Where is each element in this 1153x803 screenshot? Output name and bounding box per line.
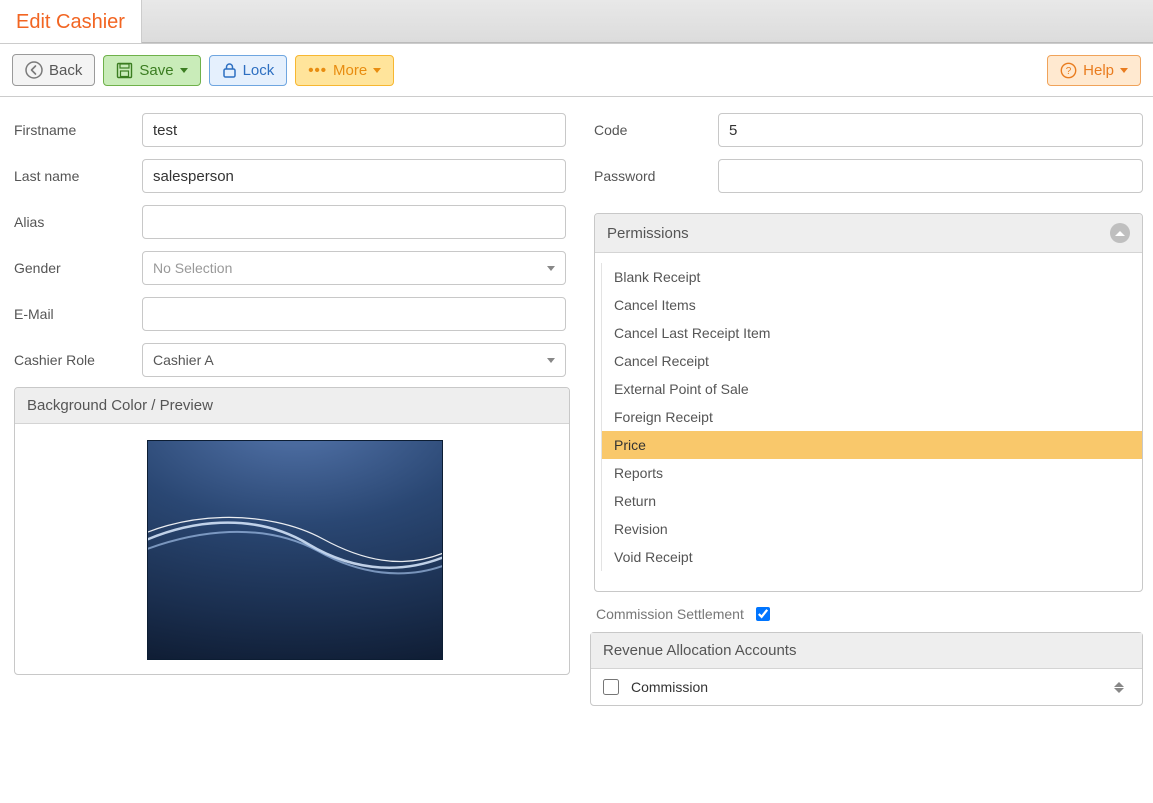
collapse-icon[interactable] bbox=[1110, 223, 1130, 243]
lastname-label: Last name bbox=[14, 168, 134, 184]
page-title: Edit Cashier bbox=[0, 0, 142, 43]
spinner-up-icon[interactable] bbox=[1114, 682, 1124, 687]
permission-item[interactable]: Return bbox=[602, 487, 1142, 515]
more-button[interactable]: ••• More bbox=[295, 55, 394, 86]
toolbar: Back Save Lock ••• More ? Help bbox=[0, 44, 1153, 97]
alias-field[interactable] bbox=[142, 205, 566, 239]
wave-decoration bbox=[147, 499, 443, 589]
gender-label: Gender bbox=[14, 260, 134, 276]
password-field[interactable] bbox=[718, 159, 1143, 193]
background-preview-image bbox=[147, 440, 443, 660]
more-label: More bbox=[333, 62, 367, 79]
commission-settlement-label: Commission Settlement bbox=[596, 606, 744, 622]
code-field[interactable] bbox=[718, 113, 1143, 147]
lock-icon bbox=[222, 62, 237, 79]
lock-label: Lock bbox=[243, 62, 275, 79]
lastname-field[interactable] bbox=[142, 159, 566, 193]
chevron-down-icon bbox=[1120, 68, 1128, 73]
gender-select[interactable]: No Selection bbox=[142, 251, 566, 285]
role-select[interactable]: Cashier A bbox=[142, 343, 566, 377]
role-label: Cashier Role bbox=[14, 352, 134, 368]
revenue-allocation-panel: Revenue Allocation Accounts Commission bbox=[590, 632, 1143, 706]
firstname-label: Firstname bbox=[14, 122, 134, 138]
background-preview-title: Background Color / Preview bbox=[27, 397, 213, 414]
title-bar-fill bbox=[142, 0, 1153, 43]
permission-item[interactable]: Void Receipt bbox=[602, 543, 1142, 571]
chevron-down-icon bbox=[547, 358, 555, 363]
permission-item[interactable]: Blank Receipt bbox=[602, 263, 1142, 291]
role-selected: Cashier A bbox=[153, 352, 547, 368]
permissions-list: Blank ReceiptCancel ItemsCancel Last Rec… bbox=[601, 263, 1142, 571]
commission-account-checkbox[interactable] bbox=[603, 679, 619, 695]
permission-item[interactable]: Cancel Items bbox=[602, 291, 1142, 319]
commission-settlement-checkbox[interactable] bbox=[756, 607, 770, 621]
chevron-down-icon bbox=[180, 68, 188, 73]
code-label: Code bbox=[590, 122, 710, 138]
permissions-header[interactable]: Permissions bbox=[595, 214, 1142, 253]
permissions-title: Permissions bbox=[607, 225, 689, 242]
email-label: E-Mail bbox=[14, 306, 134, 322]
revenue-allocation-header: Revenue Allocation Accounts bbox=[591, 633, 1142, 669]
permission-item[interactable]: Cancel Receipt bbox=[602, 347, 1142, 375]
spinner-down-icon[interactable] bbox=[1114, 688, 1124, 693]
permission-item[interactable]: Cancel Last Receipt Item bbox=[602, 319, 1142, 347]
save-button[interactable]: Save bbox=[103, 55, 200, 86]
svg-text:?: ? bbox=[1066, 66, 1072, 77]
lock-button[interactable]: Lock bbox=[209, 55, 288, 86]
permission-item[interactable]: Foreign Receipt bbox=[602, 403, 1142, 431]
save-label: Save bbox=[139, 62, 173, 79]
commission-account-label: Commission bbox=[631, 679, 708, 695]
email-field[interactable] bbox=[142, 297, 566, 331]
alias-label: Alias bbox=[14, 214, 134, 230]
chevron-down-icon bbox=[547, 266, 555, 271]
account-spinner[interactable] bbox=[1114, 682, 1130, 693]
background-preview-panel: Background Color / Preview bbox=[14, 387, 570, 675]
back-button[interactable]: Back bbox=[12, 54, 95, 86]
back-arrow-icon bbox=[25, 61, 43, 79]
ellipsis-icon: ••• bbox=[308, 62, 327, 79]
permission-item[interactable]: Reports bbox=[602, 459, 1142, 487]
background-preview-header: Background Color / Preview bbox=[15, 388, 569, 424]
save-floppy-icon bbox=[116, 62, 133, 79]
help-button[interactable]: ? Help bbox=[1047, 55, 1141, 86]
question-icon: ? bbox=[1060, 62, 1077, 79]
revenue-allocation-title: Revenue Allocation Accounts bbox=[603, 642, 796, 659]
permission-item[interactable]: Revision bbox=[602, 515, 1142, 543]
chevron-down-icon bbox=[373, 68, 381, 73]
firstname-field[interactable] bbox=[142, 113, 566, 147]
help-label: Help bbox=[1083, 62, 1114, 79]
permission-item[interactable]: Price bbox=[602, 431, 1142, 459]
permission-item[interactable]: External Point of Sale bbox=[602, 375, 1142, 403]
password-label: Password bbox=[590, 168, 710, 184]
gender-selected: No Selection bbox=[153, 260, 547, 276]
permissions-panel: Permissions Blank ReceiptCancel ItemsCan… bbox=[594, 213, 1143, 592]
back-label: Back bbox=[49, 62, 82, 79]
